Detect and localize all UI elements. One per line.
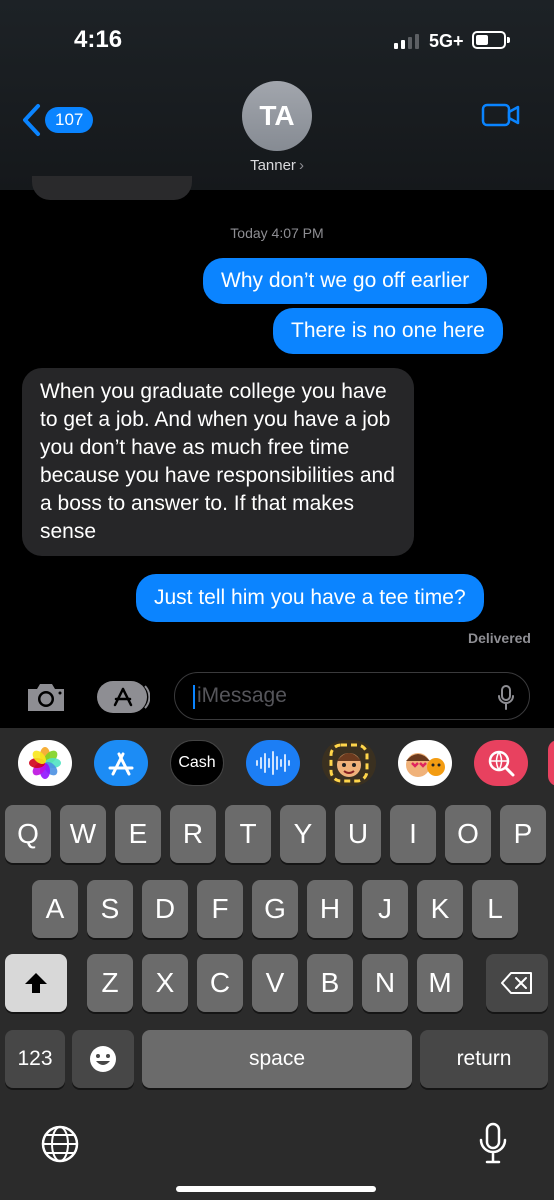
outgoing-message[interactable]: There is no one here: [273, 308, 503, 354]
back-button[interactable]: 107: [20, 102, 94, 138]
incoming-message[interactable]: When you graduate college you have to ge…: [22, 368, 414, 556]
key-m[interactable]: M: [417, 954, 463, 1012]
key-a[interactable]: A: [32, 880, 78, 938]
apple-cash-label: Cash: [178, 754, 216, 771]
key-z[interactable]: Z: [87, 954, 133, 1012]
key-g[interactable]: G: [252, 880, 298, 938]
outgoing-message[interactable]: Just tell him you have a tee time?: [136, 574, 484, 622]
key-r[interactable]: R: [170, 805, 216, 863]
outgoing-message[interactable]: Why don’t we go off earlier: [203, 258, 488, 304]
shift-key[interactable]: [5, 954, 67, 1012]
unread-count-badge: 107: [45, 107, 94, 133]
emoji-key[interactable]: [72, 1030, 134, 1088]
dictation-mic-icon[interactable]: [497, 685, 515, 711]
app-store-button[interactable]: [96, 680, 151, 714]
key-f[interactable]: F: [197, 880, 243, 938]
key-h[interactable]: H: [307, 880, 353, 938]
memoji-icon[interactable]: [322, 740, 376, 786]
app-store-icon[interactable]: [94, 740, 148, 786]
home-indicator[interactable]: [176, 1186, 376, 1192]
more-apps-icon[interactable]: [548, 740, 554, 786]
memoji-stickers-icon[interactable]: [398, 740, 452, 786]
key-i[interactable]: I: [390, 805, 436, 863]
signal-strength-icon: [394, 34, 419, 49]
key-t[interactable]: T: [225, 805, 271, 863]
key-s[interactable]: S: [87, 880, 133, 938]
key-b[interactable]: B: [307, 954, 353, 1012]
key-l[interactable]: L: [472, 880, 518, 938]
chevron-left-icon: [23, 104, 40, 136]
key-y[interactable]: Y: [280, 805, 326, 863]
conversation-header: 4:16 5G+ 107 TA Tanner ›: [0, 0, 554, 190]
key-n[interactable]: N: [362, 954, 408, 1012]
camera-icon[interactable]: [24, 680, 68, 714]
backspace-icon: [501, 972, 532, 994]
key-p[interactable]: P: [500, 805, 546, 863]
key-d[interactable]: D: [142, 880, 188, 938]
message-input-placeholder: iMessage: [197, 684, 287, 707]
return-key[interactable]: return: [420, 1030, 548, 1088]
imessage-app-drawer: Cash: [0, 728, 554, 800]
previous-message-bubble: [32, 176, 192, 200]
message-timestamp: Today 4:07 PM: [230, 225, 324, 241]
globe-icon[interactable]: [40, 1124, 80, 1164]
delivery-status: Delivered: [467, 630, 531, 646]
numbers-key[interactable]: 123: [5, 1030, 65, 1088]
status-time: 4:16: [74, 26, 123, 53]
key-v[interactable]: V: [252, 954, 298, 1012]
network-type: 5G+: [429, 31, 464, 51]
audio-message-icon[interactable]: [246, 740, 300, 786]
key-k[interactable]: K: [417, 880, 463, 938]
facetime-video-icon[interactable]: [480, 100, 522, 130]
contact-avatar[interactable]: TA: [242, 81, 312, 151]
contact-name-button[interactable]: Tanner ›: [0, 157, 554, 174]
chevron-right-icon: ›: [298, 157, 304, 174]
keyboard: Cash Q W E R T Y U I O P A S D F G H J K…: [0, 728, 554, 1200]
key-e[interactable]: E: [115, 805, 161, 863]
delete-key[interactable]: [486, 954, 548, 1012]
app-store-icon: [97, 681, 151, 713]
dictation-mic-icon[interactable]: [478, 1122, 508, 1166]
space-key[interactable]: space: [142, 1030, 412, 1088]
key-x[interactable]: X: [142, 954, 188, 1012]
apple-cash-icon[interactable]: Cash: [170, 740, 224, 786]
key-q[interactable]: Q: [5, 805, 51, 863]
message-input[interactable]: iMessage: [174, 672, 530, 720]
shift-arrow-icon: [25, 973, 47, 993]
key-u[interactable]: U: [335, 805, 381, 863]
text-caret: [193, 685, 195, 709]
key-c[interactable]: C: [197, 954, 243, 1012]
key-w[interactable]: W: [60, 805, 106, 863]
battery-icon: [472, 31, 510, 49]
key-j[interactable]: J: [362, 880, 408, 938]
web-search-icon[interactable]: [474, 740, 528, 786]
key-o[interactable]: O: [445, 805, 491, 863]
emoji-icon: [90, 1046, 116, 1072]
contact-name: Tanner: [250, 157, 296, 174]
photos-app-icon[interactable]: [18, 740, 72, 786]
